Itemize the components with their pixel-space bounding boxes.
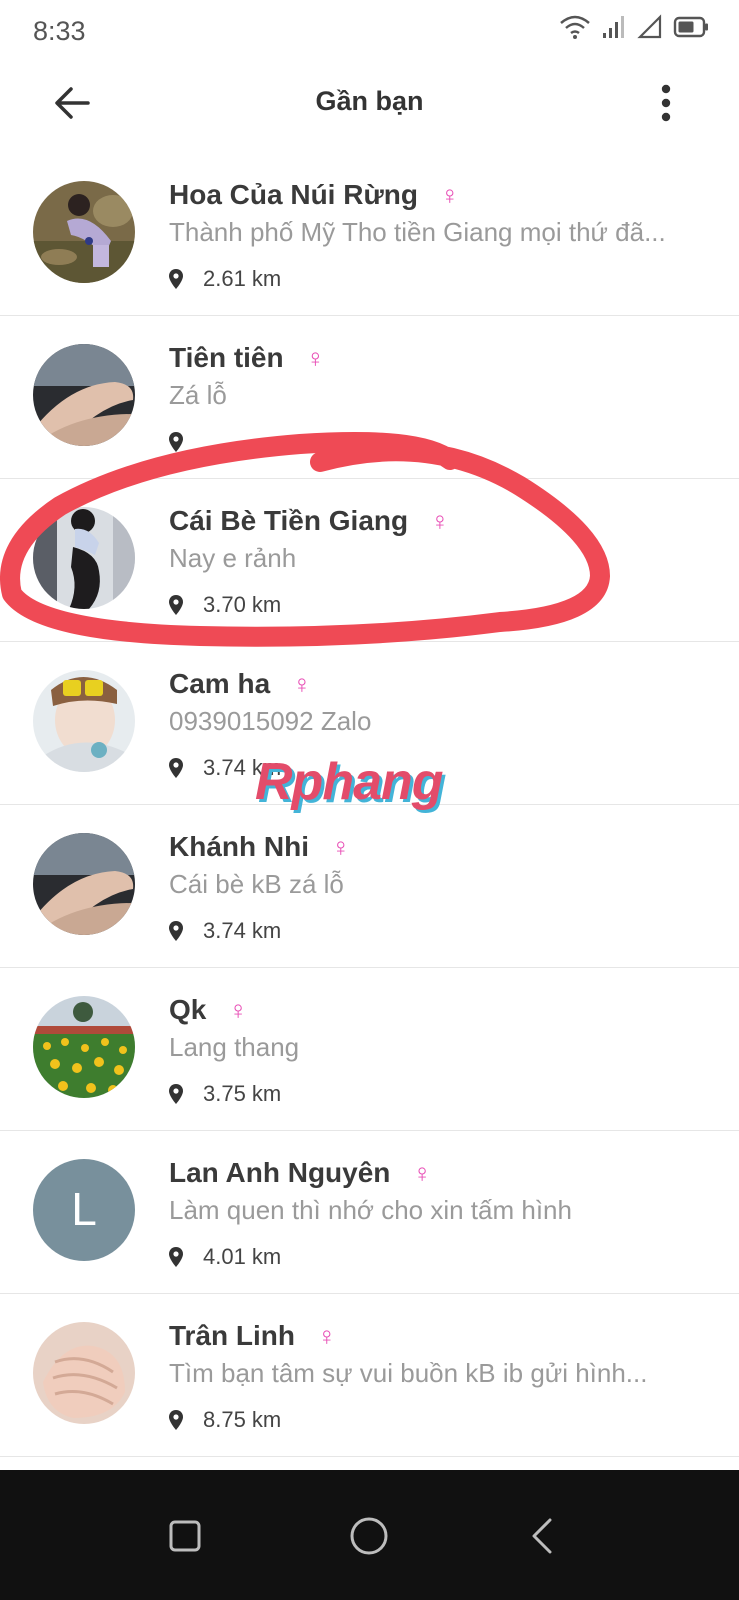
- avatar: [33, 833, 135, 935]
- distance-line: 8.75 km: [169, 1402, 709, 1438]
- user-name: Trân Linh: [169, 1320, 295, 1351]
- name-line: Cái Bè Tiền Giang ♀: [169, 501, 709, 541]
- home-button[interactable]: [329, 1496, 409, 1576]
- user-distance: 8.75 km: [203, 1407, 282, 1432]
- system-back-button[interactable]: [502, 1496, 582, 1576]
- battery-icon: [673, 15, 709, 39]
- user-info: Lan Anh Nguyên ♀ Làm quen thì nhớ cho xi…: [169, 1153, 709, 1275]
- distance-line: [169, 424, 709, 460]
- distance-line: 3.70 km: [169, 587, 709, 623]
- location-pin-icon: [169, 269, 183, 289]
- avatar: [33, 344, 135, 446]
- distance-line: 3.74 km: [169, 913, 709, 949]
- home-icon: [350, 1517, 388, 1555]
- name-line: Qk ♀: [169, 990, 709, 1030]
- distance-line: 4.01 km: [169, 1239, 709, 1275]
- location-pin-icon: [169, 1247, 183, 1267]
- user-row[interactable]: Hoa Của Núi Rừng ♀ Thành phố Mỹ Tho tiền…: [0, 153, 739, 316]
- avatar: [33, 670, 135, 772]
- recent-apps-icon: [169, 1520, 201, 1552]
- user-info: Khánh Nhi ♀ Cái bè kB zá lỗ 3.74 km: [169, 827, 709, 949]
- location-pin-icon: [169, 1084, 183, 1104]
- user-info: Cái Bè Tiền Giang ♀ Nay e rảnh 3.70 km: [169, 501, 709, 623]
- distance-line: 2.61 km: [169, 261, 709, 297]
- page-title: Gần bạn: [315, 86, 424, 116]
- name-line: Tiên tiên ♀: [169, 338, 709, 378]
- location-pin-icon: [169, 432, 183, 452]
- female-gender-icon: ♀: [305, 343, 326, 373]
- location-pin-icon: [169, 595, 183, 615]
- name-line: Cam ha ♀: [169, 664, 709, 704]
- status-icons: [559, 14, 709, 40]
- avatar: [33, 996, 135, 1098]
- female-gender-icon: ♀: [292, 669, 312, 699]
- user-name: Cái Bè Tiền Giang: [169, 505, 409, 536]
- user-row[interactable]: Qk ♀ Lang thang 3.75 km: [0, 968, 739, 1131]
- user-status: 0939015092 Zalo: [169, 706, 372, 736]
- user-row[interactable]: Cái Bè Tiền Giang ♀ Nay e rảnh 3.70 km: [0, 479, 739, 642]
- user-distance: 3.70 km: [203, 592, 282, 617]
- user-info: Trân Linh ♀ Tìm bạn tâm sự vui buồn kB i…: [169, 1316, 709, 1438]
- avatar: L: [33, 1159, 135, 1261]
- user-info: Qk ♀ Lang thang 3.75 km: [169, 990, 709, 1112]
- name-line: Hoa Của Núi Rừng ♀: [169, 175, 709, 215]
- user-name: Tiên tiên: [169, 342, 284, 373]
- female-gender-icon: ♀: [430, 506, 450, 536]
- user-name: Qk: [169, 994, 207, 1025]
- app-header: Gần bạn: [0, 62, 739, 144]
- user-distance: 3.75 km: [203, 1081, 282, 1106]
- user-row[interactable]: L Lan Anh Nguyên ♀ Làm quen thì nhớ cho …: [0, 1131, 739, 1294]
- avatar: [33, 507, 135, 609]
- female-gender-icon: ♀: [331, 832, 351, 862]
- avatar: [33, 1322, 135, 1424]
- distance-line: 3.75 km: [169, 1076, 709, 1112]
- user-distance: 4.01 km: [203, 1244, 282, 1269]
- user-row[interactable]: Khánh Nhi ♀ Cái bè kB zá lỗ 3.74 km: [0, 805, 739, 968]
- status-bar: 8:33: [0, 0, 739, 62]
- user-info: Cam ha ♀ 0939015092 Zalo 3.74 km: [169, 664, 709, 786]
- avatar-letter: L: [71, 1183, 97, 1235]
- user-name: Hoa Của Núi Rừng: [169, 179, 418, 210]
- wifi-icon: [559, 14, 591, 40]
- more-vertical-icon: [661, 84, 671, 122]
- female-gender-icon: ♀: [228, 995, 248, 1025]
- female-gender-icon: ♀: [317, 1321, 337, 1351]
- user-row[interactable]: Cam ha ♀ 0939015092 Zalo 3.74 km: [0, 642, 739, 805]
- system-nav-bar: [0, 1470, 739, 1600]
- user-distance: 3.74 km: [203, 918, 282, 943]
- user-status: Cái bè kB zá lỗ: [169, 869, 344, 899]
- location-pin-icon: [169, 1410, 183, 1430]
- user-status: Thành phố Mỹ Tho tiền Giang mọi thứ đã..…: [169, 217, 666, 247]
- user-distance: 2.61 km: [203, 266, 282, 291]
- nearby-user-list: Hoa Của Núi Rừng ♀ Thành phố Mỹ Tho tiền…: [0, 153, 739, 1457]
- user-name: Cam ha: [169, 668, 271, 699]
- status-time: 8:33: [33, 16, 86, 46]
- location-pin-icon: [169, 921, 183, 941]
- name-line: Lan Anh Nguyên ♀: [169, 1153, 709, 1193]
- user-row[interactable]: Tiên tiên ♀ Zá lỗ: [0, 316, 739, 479]
- user-status: Làm quen thì nhớ cho xin tấm hình: [169, 1195, 572, 1225]
- user-row[interactable]: Trân Linh ♀ Tìm bạn tâm sự vui buồn kB i…: [0, 1294, 739, 1457]
- name-line: Trân Linh ♀: [169, 1316, 709, 1356]
- female-gender-icon: ♀: [412, 1158, 432, 1188]
- user-info: Tiên tiên ♀ Zá lỗ: [169, 338, 709, 460]
- user-info: Hoa Của Núi Rừng ♀ Thành phố Mỹ Tho tiền…: [169, 175, 709, 297]
- user-status: Lang thang: [169, 1032, 300, 1062]
- distance-line: 3.74 km: [169, 750, 709, 786]
- user-status: Zá lỗ: [169, 380, 227, 410]
- back-icon: [532, 1518, 552, 1554]
- signal-icon: [601, 14, 627, 40]
- location-pin-icon: [169, 758, 183, 778]
- more-options-button[interactable]: [644, 78, 688, 128]
- user-name: Lan Anh Nguyên: [169, 1157, 391, 1188]
- no-sim-icon: [637, 14, 663, 40]
- user-name: Khánh Nhi: [169, 831, 309, 862]
- user-status: Tìm bạn tâm sự vui buồn kB ib gửi hình..…: [169, 1358, 648, 1388]
- user-status: Nay e rảnh: [169, 543, 297, 573]
- avatar: [33, 181, 135, 283]
- female-gender-icon: ♀: [439, 180, 460, 210]
- recent-apps-button[interactable]: [145, 1496, 225, 1576]
- name-line: Khánh Nhi ♀: [169, 827, 709, 867]
- user-distance: 3.74 km: [203, 755, 282, 780]
